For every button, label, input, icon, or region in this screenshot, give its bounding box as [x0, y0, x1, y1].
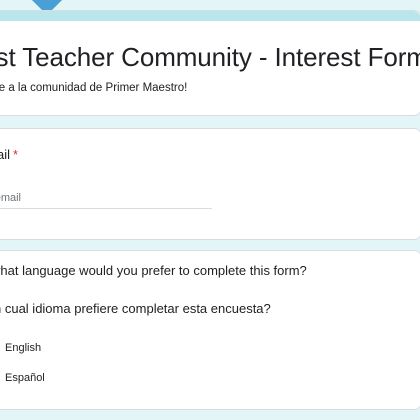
title-card-accent-bar	[0, 11, 420, 21]
email-label-text: ail	[0, 147, 11, 162]
required-asterisk: *	[13, 147, 19, 162]
language-question-english: what language would you prefer to comple…	[0, 263, 307, 278]
page-title: rst Teacher Community - Interest Form	[0, 42, 420, 72]
form-description: se a la comunidad de Primer Maestro!	[0, 82, 188, 94]
email-question-card	[0, 128, 420, 240]
email-question-label: ail *	[0, 147, 18, 162]
option-label: Español	[5, 372, 45, 384]
email-field[interactable]	[0, 188, 212, 209]
option-label: English	[5, 342, 42, 354]
language-question-spanish: n cual idioma prefiere completar esta en…	[0, 301, 271, 316]
language-option-english[interactable]: English	[0, 338, 41, 358]
language-option-spanish[interactable]: Español	[0, 368, 45, 388]
